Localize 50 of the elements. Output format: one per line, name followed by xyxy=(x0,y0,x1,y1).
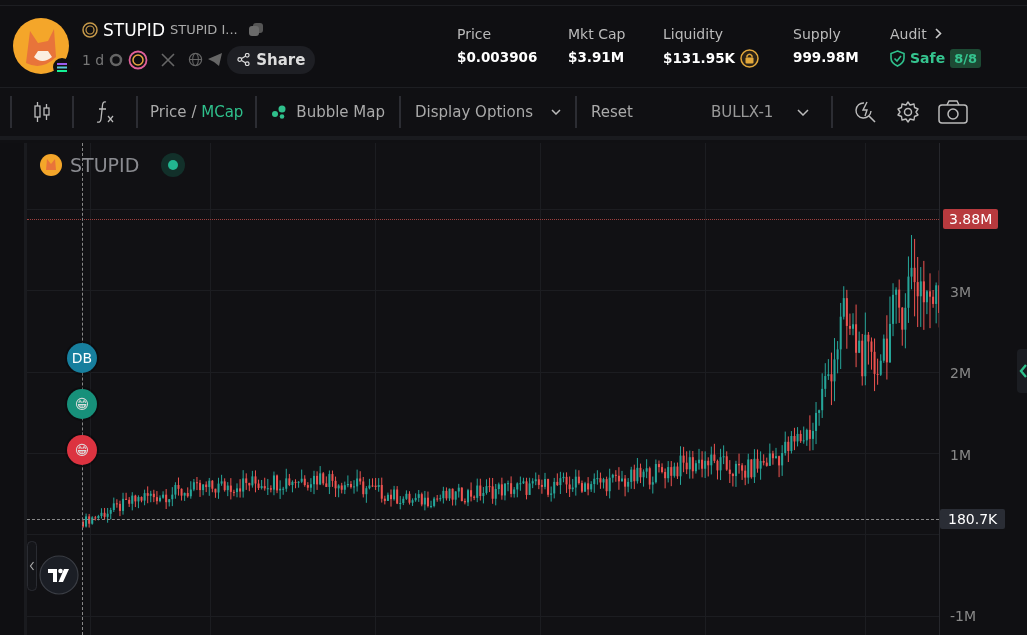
stat-label: Liquidity xyxy=(663,25,723,42)
coin-icon[interactable] xyxy=(128,49,149,70)
audit-score: 8/8 xyxy=(950,48,981,68)
stat-value: $3.91M xyxy=(568,48,625,65)
x-logo-icon[interactable] xyxy=(161,52,176,67)
stat-value: $0.003906 xyxy=(457,48,538,65)
token-logo-icon xyxy=(40,154,62,176)
token-avatar-icon xyxy=(12,16,72,77)
globe-icon[interactable] xyxy=(188,52,204,67)
display-options-dropdown[interactable]: Display Options xyxy=(413,103,563,121)
settings-icon[interactable] xyxy=(896,100,921,124)
camera-icon[interactable] xyxy=(938,100,969,124)
stat-label: Supply xyxy=(793,25,841,42)
trader-marker[interactable]: DB xyxy=(67,343,97,373)
audit-status: Safe xyxy=(910,50,946,66)
share-button[interactable]: Share xyxy=(227,45,316,74)
chevron-down-icon xyxy=(797,108,810,116)
chart-symbol: STUPID xyxy=(70,154,140,176)
reset-button[interactable]: Reset xyxy=(588,103,635,121)
candlestick-icon[interactable] xyxy=(33,101,51,123)
chevron-down-icon xyxy=(550,109,561,115)
stat-value: $131.95K xyxy=(663,50,735,66)
token-name: STUPID I... xyxy=(170,22,238,37)
y-axis-label: -1M xyxy=(950,608,977,624)
lock-icon xyxy=(740,48,759,68)
share-icon xyxy=(237,53,251,66)
stat-label: Audit xyxy=(890,25,927,42)
last-price-label: 3.88M xyxy=(943,209,999,229)
y-axis-label: 3M xyxy=(950,284,971,300)
layout-dropdown[interactable]: BULLX-1 xyxy=(708,103,812,121)
stat-value: 999.98M xyxy=(793,48,859,65)
coin-icon xyxy=(82,21,98,38)
token-symbol: STUPID xyxy=(103,19,165,40)
copy-icon[interactable] xyxy=(248,22,263,37)
shield-check-icon xyxy=(890,49,906,67)
stat-label: Mkt Cap xyxy=(568,25,626,42)
price-mcap-toggle[interactable]: Price / MCap xyxy=(150,103,244,121)
bubbles-icon xyxy=(271,105,288,119)
telegram-icon[interactable] xyxy=(208,53,223,66)
side-panel-tab-icon[interactable] xyxy=(1017,349,1027,393)
y-axis-label: 2M xyxy=(950,365,971,381)
bubble-map-button[interactable]: Bubble Map xyxy=(269,103,388,121)
y-axis-label: 1M xyxy=(950,447,971,463)
chevron-right-icon[interactable] xyxy=(934,28,942,39)
crosshair-price-label: 180.7K xyxy=(940,509,1006,529)
tradingview-logo-icon[interactable] xyxy=(39,555,79,595)
stat-label: Price xyxy=(457,25,492,42)
token-age: 1 d xyxy=(82,51,105,68)
emoji-marker[interactable]: 😁 xyxy=(67,435,97,465)
function-icon[interactable] xyxy=(95,100,115,124)
